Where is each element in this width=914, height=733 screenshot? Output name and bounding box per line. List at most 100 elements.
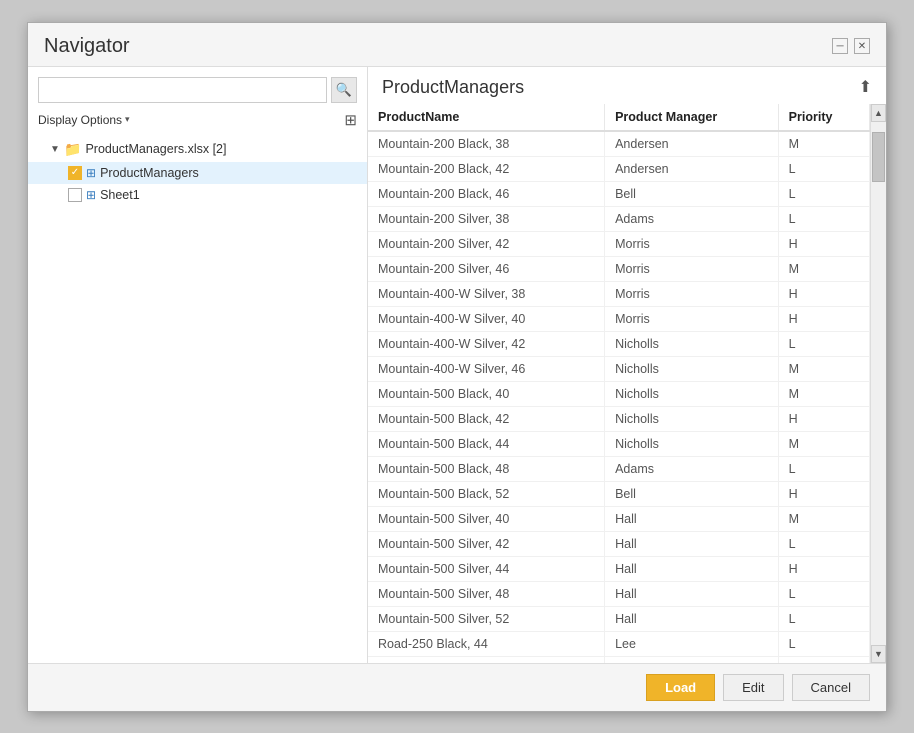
table-row: Mountain-500 Silver, 44HallH	[368, 556, 870, 581]
data-scroll-area[interactable]: ProductName Product Manager Priority Mou…	[368, 104, 870, 663]
window-controls: ─ ✕	[832, 38, 870, 54]
col-header-product-name: ProductName	[368, 104, 605, 131]
table-cell: H	[778, 481, 869, 506]
table-row: Mountain-500 Black, 42NichollsH	[368, 406, 870, 431]
table-cell: Mountain-200 Black, 38	[368, 131, 605, 157]
table-cell: Mountain-500 Silver, 40	[368, 506, 605, 531]
tree-item-sheet1[interactable]: ⊞ Sheet1	[28, 184, 367, 206]
table-cell: Mountain-500 Silver, 44	[368, 556, 605, 581]
tree-area: ▼ 📁 ProductManagers.xlsx [2] ✓ ⊞ Product…	[28, 135, 367, 663]
table-cell: L	[778, 331, 869, 356]
table-row: Mountain-500 Silver, 42HallL	[368, 531, 870, 556]
cancel-button[interactable]: Cancel	[792, 674, 870, 701]
table-cell: Nicholls	[605, 431, 779, 456]
table-cell: Mountain-500 Black, 44	[368, 431, 605, 456]
close-button[interactable]: ✕	[854, 38, 870, 54]
table-cell: Morris	[605, 306, 779, 331]
table-cell: Andersen	[605, 131, 779, 157]
search-button[interactable]: 🔍	[331, 77, 357, 103]
table-row: Mountain-200 Black, 46BellL	[368, 181, 870, 206]
display-options-button[interactable]: Display Options ▾	[38, 113, 130, 127]
table-cell: Mountain-500 Black, 48	[368, 456, 605, 481]
table-row: Mountain-500 Black, 52BellH	[368, 481, 870, 506]
table-cell: Mountain-400-W Silver, 46	[368, 356, 605, 381]
table-cell: Morris	[605, 256, 779, 281]
table-cell: Mountain-200 Silver, 46	[368, 256, 605, 281]
table-cell: Mountain-200 Silver, 38	[368, 206, 605, 231]
table-cell: Lee	[605, 631, 779, 656]
table-cell: Mountain-500 Silver, 42	[368, 531, 605, 556]
checkbox-sheet1[interactable]	[68, 188, 82, 202]
table-cell: Mountain-500 Black, 40	[368, 381, 605, 406]
table-cell: M	[778, 356, 869, 381]
table-row: Mountain-200 Silver, 46MorrisM	[368, 256, 870, 281]
scrollbar: ▲ ▼	[870, 104, 886, 663]
table-row: Mountain-200 Silver, 42MorrisH	[368, 231, 870, 256]
col-header-product-manager: Product Manager	[605, 104, 779, 131]
table-cell: H	[778, 281, 869, 306]
tree-item-product-managers[interactable]: ✓ ⊞ ProductManagers	[28, 162, 367, 184]
table-container: ProductName Product Manager Priority Mou…	[368, 104, 886, 663]
table-cell: Andersen	[605, 156, 779, 181]
table-cell: Hall	[605, 581, 779, 606]
navigator-dialog: Navigator ─ ✕ 🔍 Display Options ▾	[27, 22, 887, 712]
table-cell: Morris	[605, 281, 779, 306]
table-cell: Mountain-400-W Silver, 40	[368, 306, 605, 331]
right-panel: ProductManagers ⬆ ProductName Product Ma…	[368, 67, 886, 663]
title-bar: Navigator ─ ✕	[28, 23, 886, 67]
preview-header: ProductManagers ⬆	[368, 67, 886, 104]
table-cell: M	[778, 506, 869, 531]
dialog-body: 🔍 Display Options ▾ ⊞ ▼ 📁 Produ	[28, 67, 886, 663]
table-row: Mountain-500 Black, 48AdamsL	[368, 456, 870, 481]
table-cell: L	[778, 181, 869, 206]
table-row: Mountain-400-W Silver, 38MorrisH	[368, 281, 870, 306]
tree-file-node[interactable]: ▼ 📁 ProductManagers.xlsx [2]	[28, 137, 367, 162]
table-row: Mountain-500 Silver, 40HallM	[368, 506, 870, 531]
table-cell: H	[778, 306, 869, 331]
left-panel: 🔍 Display Options ▾ ⊞ ▼ 📁 Produ	[28, 67, 368, 663]
table-view-button[interactable]: ⊞	[344, 111, 357, 129]
table-cell: Adams	[605, 456, 779, 481]
folder-icon: 📁	[64, 141, 81, 158]
scroll-track	[871, 122, 886, 645]
table-icon: ⊞	[344, 112, 357, 129]
table-row: Road-250 Black, 44LeeL	[368, 631, 870, 656]
table-row: Mountain-400-W Silver, 46NichollsM	[368, 356, 870, 381]
table-cell: M	[778, 131, 869, 157]
search-bar: 🔍	[28, 67, 367, 109]
checkbox-product-managers[interactable]: ✓	[68, 166, 82, 180]
scroll-thumb[interactable]	[872, 132, 885, 182]
display-options-bar: Display Options ▾ ⊞	[28, 109, 367, 135]
table-row: Mountain-500 Silver, 48HallL	[368, 581, 870, 606]
display-options-label: Display Options	[38, 113, 122, 127]
preview-icon-button[interactable]: ⬆	[859, 77, 872, 97]
data-table: ProductName Product Manager Priority Mou…	[368, 104, 870, 663]
item-label-sheet1: Sheet1	[100, 188, 140, 202]
table-cell: Mountain-200 Silver, 42	[368, 231, 605, 256]
scroll-up-button[interactable]: ▲	[871, 104, 886, 122]
minimize-button[interactable]: ─	[832, 38, 848, 54]
table-icon-sheet1: ⊞	[86, 188, 96, 202]
load-button[interactable]: Load	[646, 674, 715, 701]
file-label: ProductManagers.xlsx [2]	[85, 142, 226, 156]
table-cell: Mountain-500 Black, 52	[368, 481, 605, 506]
table-cell: Hall	[605, 606, 779, 631]
search-input[interactable]	[38, 77, 327, 103]
expand-icon: ▼	[50, 144, 64, 155]
table-cell: L	[778, 606, 869, 631]
table-cell: Mountain-500 Silver, 52	[368, 606, 605, 631]
table-cell: Nicholls	[605, 331, 779, 356]
table-cell: Mountain-400-W Silver, 38	[368, 281, 605, 306]
table-row: Mountain-500 Black, 44NichollsM	[368, 431, 870, 456]
edit-button[interactable]: Edit	[723, 674, 783, 701]
table-cell: Nicholls	[605, 356, 779, 381]
item-label-product-managers: ProductManagers	[100, 166, 199, 180]
table-cell: L	[778, 531, 869, 556]
table-icon-product-managers: ⊞	[86, 166, 96, 180]
table-row: Mountain-400-W Silver, 42NichollsL	[368, 331, 870, 356]
table-cell: H	[778, 556, 869, 581]
table-cell: Bell	[605, 481, 779, 506]
table-cell: M	[778, 431, 869, 456]
scroll-down-button[interactable]: ▼	[871, 645, 886, 663]
dialog-footer: Load Edit Cancel	[28, 663, 886, 711]
